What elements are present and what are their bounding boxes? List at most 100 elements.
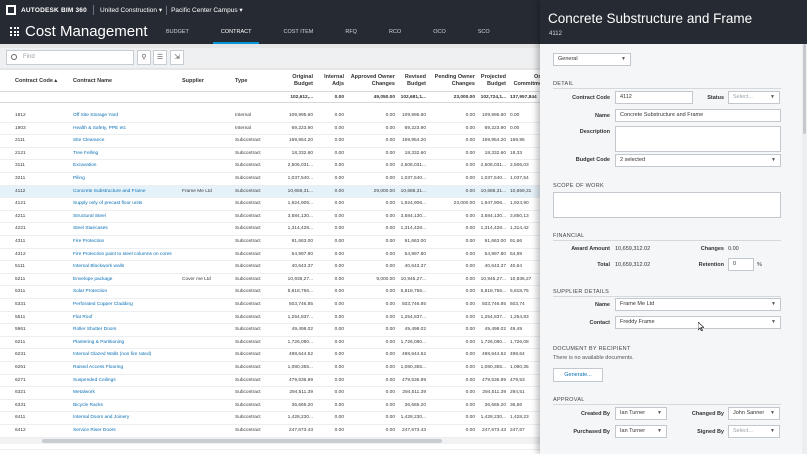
cell-name[interactable]: Supply only of precast floor units: [73, 198, 180, 210]
cell-name[interactable]: Structural Steel: [73, 211, 180, 223]
cell-name[interactable]: Solar Protection: [73, 286, 180, 298]
cell-name[interactable]: Excavation: [73, 160, 180, 172]
signed-by-select[interactable]: Select... ▼: [728, 425, 780, 438]
table-row[interactable]: 4121 Supply only of precast floor units Su…: [0, 198, 540, 211]
table-row[interactable]: 4211 Structural Steel Subcontract 3,584,130…: [0, 211, 540, 224]
table-row[interactable]: 1903 Health & Safety, PPE etc Internal 69,2…: [0, 123, 540, 136]
table-row[interactable]: 4112 Concrete Substructure and Frame Frame…: [0, 185, 540, 199]
table-row[interactable]: 2111 Site Clearance Subcontract 169,954.20 0…: [0, 135, 540, 148]
col-supplier[interactable]: Supplier: [182, 78, 204, 85]
cell-name[interactable]: Envelope package: [73, 274, 180, 286]
generate-button[interactable]: Generate...: [553, 368, 603, 382]
table-row[interactable]: 5211 Envelope package Cover me Ltd Subcontr…: [0, 274, 540, 287]
table-row[interactable]: 2121 Tree Felling Subcontract 18,332.60 0.00…: [0, 148, 540, 161]
table-row[interactable]: 4221 Steel Staircases Subcontract 1,314,428…: [0, 223, 540, 236]
tab-budget[interactable]: BUDGET: [150, 20, 205, 44]
table-row[interactable]: 5311 Solar Protection Subcontract 5,818,756…: [0, 286, 540, 299]
col-original-commitment[interactable]: Ori Commitme: [510, 74, 540, 88]
col-type[interactable]: Type: [235, 78, 247, 85]
changed-by-select[interactable]: John Sanner ▼: [728, 407, 780, 420]
search-input[interactable]: Find: [6, 50, 134, 65]
tab-cost-item[interactable]: COST ITEM: [267, 20, 329, 44]
cell-name[interactable]: Bicycle Racks: [73, 400, 180, 412]
cell-name[interactable]: Plastering & Partitioning: [73, 337, 180, 349]
col-approved-owner-changes[interactable]: Approved Owner Changes: [346, 74, 395, 88]
table-row[interactable]: 6231 Internal Glazed Walls (non fire rate…: [0, 349, 540, 362]
cell-name[interactable]: Tree Felling: [73, 148, 180, 160]
table-row[interactable]: 4312 Fire Protection paint to steel colum…: [0, 249, 540, 262]
cell-revised: 1,254,837...: [400, 314, 426, 320]
cell-name[interactable]: Fire Protection paint to steel columns o…: [73, 249, 180, 261]
cell-name[interactable]: Service Riser Doors: [73, 425, 180, 437]
cell-name[interactable]: Site Clearance: [73, 135, 180, 147]
cell-name[interactable]: Internal Glazed Walls (non fire rated): [73, 349, 180, 361]
cell-name[interactable]: Metalwork: [73, 387, 180, 399]
tab-contract[interactable]: CONTRACT: [205, 20, 268, 44]
view-select[interactable]: General ▼: [553, 53, 631, 66]
column-settings-icon[interactable]: ☰: [153, 50, 167, 65]
budget-code-select[interactable]: 2 selected ▼: [615, 154, 781, 167]
table-row[interactable]: 5961 Roller Shutter Doors Subcontract 49,49…: [0, 324, 540, 337]
created-by-select[interactable]: Ian Turner ▼: [615, 407, 667, 420]
horizontal-scrollbar[interactable]: [0, 438, 540, 444]
contract-code-field[interactable]: 4112: [615, 91, 693, 104]
cell-name[interactable]: Internal Blockwork walls: [73, 261, 180, 273]
table-row[interactable]: 5511 Flat Roof Subcontract 1,254,837... 0.00…: [0, 312, 540, 325]
cell-name[interactable]: Suspended Ceilings: [73, 375, 180, 387]
cell-name[interactable]: Concrete Substructure and Frame: [73, 186, 180, 198]
tab-oco[interactable]: OCO: [417, 20, 462, 44]
scope-of-work-field[interactable]: [553, 192, 781, 218]
cell-name[interactable]: Flat Roof: [73, 312, 180, 324]
project-selector[interactable]: Pacific Center Campus ▾: [171, 6, 243, 14]
table-row[interactable]: 3111 Excavation Subcontract 2,506,031... 0.0…: [0, 160, 540, 173]
table-row[interactable]: 6331 Bicycle Racks Subcontract 36,665.20 0.0…: [0, 400, 540, 413]
table-row[interactable]: 4311 Fire Protection Subcontract 91,663.00 0…: [0, 236, 540, 249]
tab-sco[interactable]: SCO: [462, 20, 506, 44]
table-row[interactable]: 3211 Piling Subcontract 1,037,540... 0.00 0.0…: [0, 173, 540, 186]
panel-scrollbar[interactable]: [802, 44, 807, 454]
table-row[interactable]: 5111 Internal Blockwork walls Subcontract 4…: [0, 261, 540, 274]
table-row[interactable]: 6412 Service Riser Doors Subcontract 247,67…: [0, 425, 540, 438]
col-revised-budget[interactable]: Revised Budget: [397, 74, 426, 88]
tab-rco[interactable]: RCO: [373, 20, 417, 44]
cell-name[interactable]: Raised Access Flooring: [73, 362, 180, 374]
cell-name[interactable]: Fire Protection: [73, 236, 180, 248]
cell-name[interactable]: Steel Staircases: [73, 223, 180, 235]
cell-projected: 503,746.85: [481, 302, 506, 307]
description-field[interactable]: [615, 126, 781, 152]
table-row[interactable]: 6411 Internal Doors and Joinery Subcontrac…: [0, 412, 540, 425]
purchased-by-select[interactable]: Ian Turner ▼: [615, 425, 667, 438]
col-contract-name[interactable]: Contract Name: [73, 78, 112, 85]
cell-code: 6231: [15, 352, 26, 358]
cell-name[interactable]: Perforated Copper Cladding: [73, 299, 180, 311]
cell-name[interactable]: Health & Safety, PPE etc: [73, 123, 180, 135]
cell-pending: 23,000.00: [453, 201, 475, 207]
table-row[interactable]: 6261 Raised Access Flooring Subcontract 1,0…: [0, 362, 540, 375]
cell-name[interactable]: Piling: [73, 173, 180, 185]
cell-name[interactable]: Off Site Storage Yard: [73, 110, 180, 122]
col-internal-adjs[interactable]: Internal Adjs: [318, 74, 344, 88]
retention-field[interactable]: 0: [728, 258, 754, 271]
table-row[interactable]: 6321 Metalwork Subcontract 294,511.39 0.00 0.…: [0, 387, 540, 400]
table-row[interactable]: 1812 Off Site Storage Yard Internal 109,995…: [0, 110, 540, 123]
table-row[interactable]: 5331 Perforated Copper Cladding Subcontrac…: [0, 299, 540, 312]
export-icon[interactable]: ⇲: [170, 50, 184, 65]
account-selector[interactable]: United Construction ▾: [100, 6, 162, 14]
app-grid-icon[interactable]: [10, 27, 19, 36]
col-projected-budget[interactable]: Projected Budget: [478, 74, 506, 88]
cell-name[interactable]: Roller Shutter Doors: [73, 324, 180, 336]
cell-commitment: 10,936,27: [510, 276, 532, 282]
col-pending-owner-changes[interactable]: Pending Owner Changes: [428, 74, 475, 88]
col-contract-code[interactable]: Contract Code ▴: [15, 78, 57, 85]
supplier-name-select[interactable]: Frame Me Ltd ▼: [615, 298, 781, 311]
cell-name[interactable]: Internal Doors and Joinery: [73, 412, 180, 424]
table-row[interactable]: 6211 Plastering & Partitioning Subcontract…: [0, 337, 540, 350]
table-row[interactable]: 6271 Suspended Ceilings Subcontract 479,536…: [0, 375, 540, 388]
name-field[interactable]: Concrete Substructure and Frame: [615, 109, 781, 122]
status-placeholder: Select...: [733, 94, 753, 100]
col-original-budget[interactable]: Original Budget: [280, 74, 313, 88]
tab-rfq[interactable]: RFQ: [329, 20, 373, 44]
filter-icon[interactable]: ⚲: [137, 50, 151, 65]
panel-header: Concrete Substructure and Frame 4112: [540, 0, 807, 44]
status-select[interactable]: Select... ▼: [728, 91, 780, 104]
